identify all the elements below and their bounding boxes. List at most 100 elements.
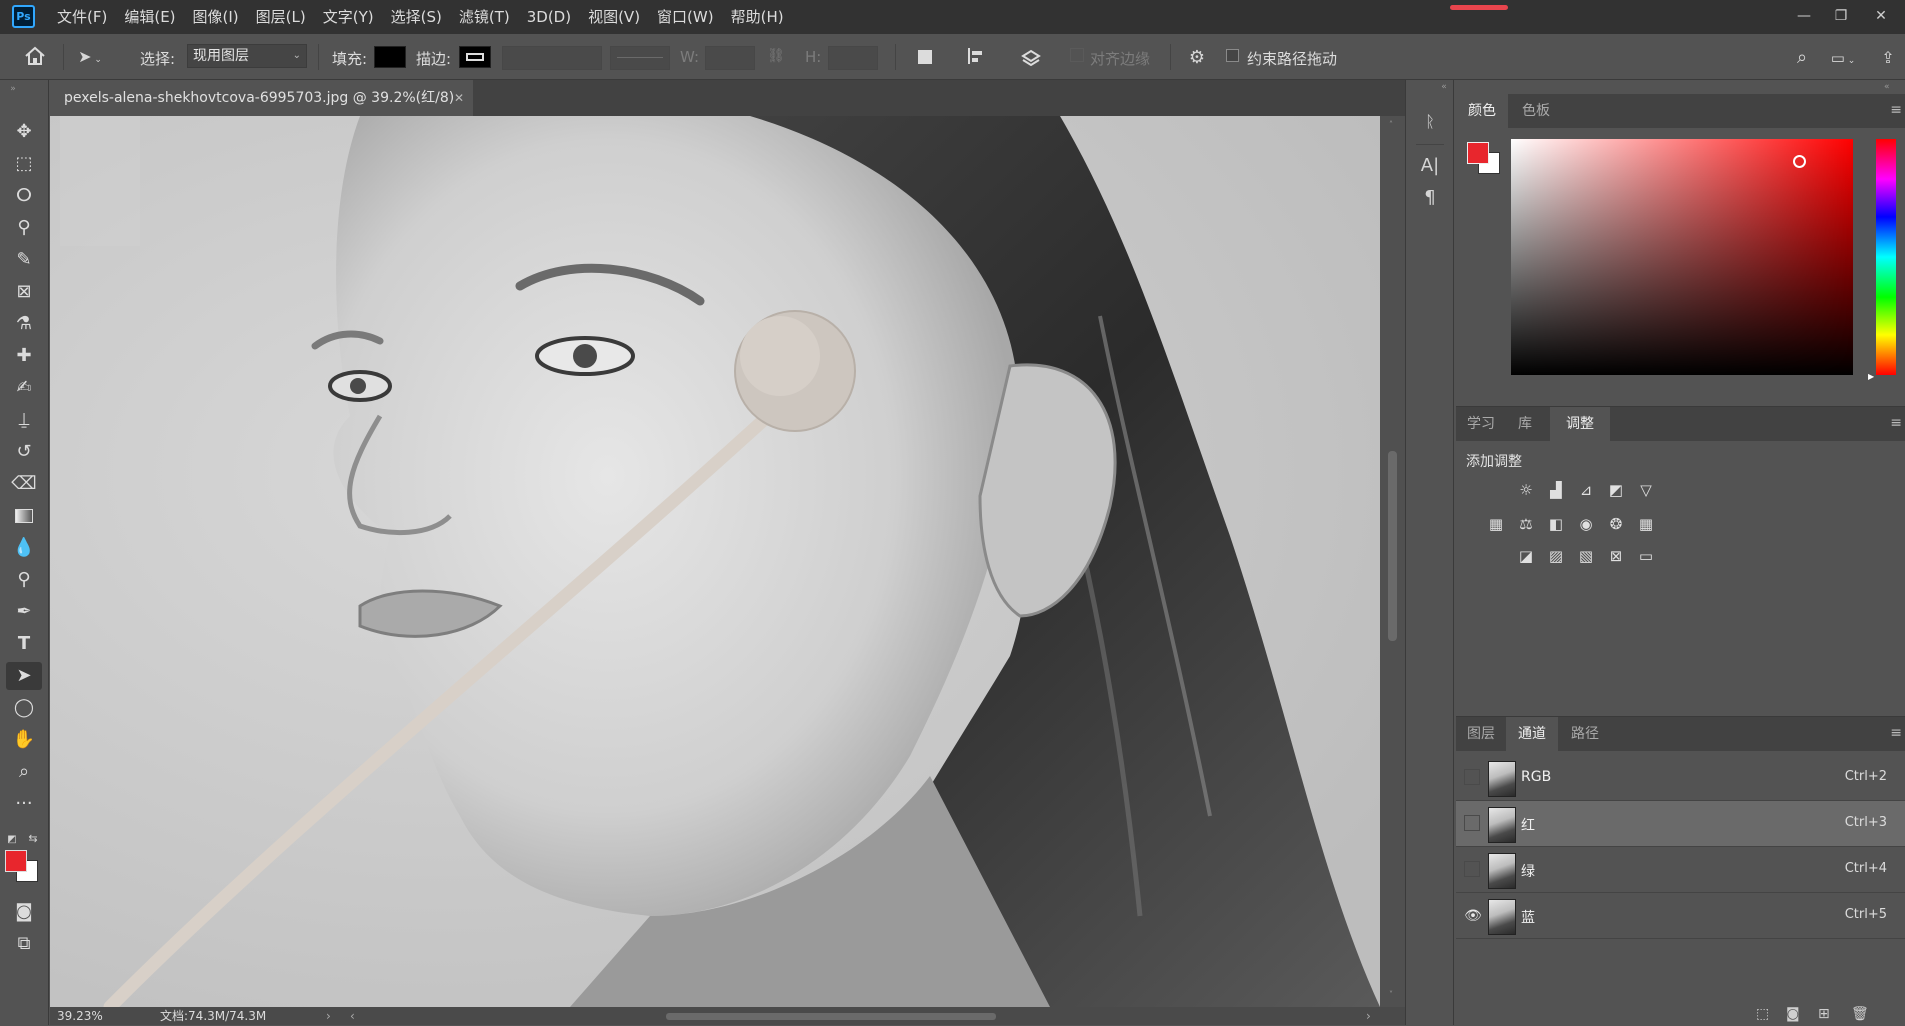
color-balance-icon[interactable]: ⚖: [1514, 513, 1538, 535]
menu-select[interactable]: 选择(S): [391, 0, 442, 34]
share-icon[interactable]: ⇪: [1876, 46, 1900, 70]
default-colors-icon[interactable]: ◩: [6, 834, 18, 846]
lasso-tool-icon[interactable]: ⵔ: [6, 182, 42, 210]
stroke-swatch[interactable]: [459, 46, 491, 68]
hand-tool-icon[interactable]: ✋: [6, 726, 42, 754]
eyedropper-tool-icon[interactable]: ⚗: [6, 310, 42, 338]
gradient-map-icon[interactable]: ▭: [1634, 545, 1658, 567]
channel-row-red[interactable]: 红 Ctrl+3: [1456, 801, 1905, 847]
scroll-left-icon[interactable]: ‹: [350, 1007, 355, 1025]
gradient-tool-icon[interactable]: [6, 502, 42, 530]
clone-stamp-tool-icon[interactable]: ⍊: [6, 406, 42, 434]
panel-menu-icon[interactable]: ≡: [1890, 725, 1902, 741]
home-icon[interactable]: [22, 44, 48, 70]
path-selection-tool-icon[interactable]: ➤ ⌄: [76, 44, 104, 70]
restore-icon[interactable]: ❐: [1824, 2, 1858, 30]
zoom-tool-icon[interactable]: ⌕: [6, 758, 42, 786]
stroke-type-dropdown[interactable]: [610, 46, 670, 70]
load-selection-icon[interactable]: ⬚: [1756, 1006, 1769, 1022]
ellipse-tool-icon[interactable]: ◯: [6, 694, 42, 722]
menu-edit[interactable]: 编辑(E): [124, 0, 175, 34]
color-picker-cursor[interactable]: [1793, 155, 1806, 168]
glyphs-panel-icon[interactable]: ᚱ: [1418, 110, 1442, 134]
workspace-icon[interactable]: ▭ ⌄: [1826, 46, 1860, 70]
channel-row-green[interactable]: 绿 Ctrl+4: [1456, 847, 1905, 893]
path-selection-tool-icon[interactable]: ➤: [6, 662, 42, 690]
menu-file[interactable]: 文件(F): [57, 0, 107, 34]
fill-swatch[interactable]: [374, 46, 406, 68]
menu-filter[interactable]: 滤镜(T): [459, 0, 510, 34]
tab-paths[interactable]: 路径: [1558, 717, 1612, 751]
tab-adjustments[interactable]: 调整: [1550, 407, 1610, 441]
paragraph-panel-icon[interactable]: ¶: [1418, 186, 1442, 210]
eye-icon[interactable]: 👁: [1464, 907, 1482, 925]
menu-image[interactable]: 图像(I): [193, 0, 239, 34]
scroll-down-icon[interactable]: ˅: [1389, 990, 1397, 999]
minimize-icon[interactable]: —: [1787, 2, 1821, 30]
gear-icon[interactable]: ⚙: [1185, 46, 1209, 70]
select-dropdown[interactable]: 现用图层 ⌄: [187, 44, 307, 68]
frame-tool-icon[interactable]: ⊠: [6, 278, 42, 306]
invert-icon[interactable]: ◪: [1514, 545, 1538, 567]
save-selection-icon[interactable]: ◙: [1786, 1006, 1800, 1022]
healing-brush-tool-icon[interactable]: ✚: [6, 342, 42, 370]
swap-colors-icon[interactable]: ⇆: [26, 832, 40, 846]
photo-filter-icon[interactable]: ◉: [1574, 513, 1598, 535]
path-operations-icon[interactable]: [914, 46, 936, 68]
visibility-toggle[interactable]: [1464, 815, 1480, 831]
constrain-path-checkbox[interactable]: [1226, 49, 1239, 62]
vibrance-icon[interactable]: ▽: [1634, 479, 1658, 501]
tab-channels[interactable]: 通道: [1506, 717, 1558, 751]
path-arrangement-icon[interactable]: [1018, 46, 1044, 68]
quick-mask-icon[interactable]: ◙: [6, 898, 42, 926]
posterize-icon[interactable]: ▨: [1544, 545, 1568, 567]
scroll-up-icon[interactable]: ˄: [1389, 120, 1397, 129]
height-field[interactable]: [828, 46, 878, 70]
collapse-icon[interactable]: «: [1438, 82, 1450, 92]
move-tool-icon[interactable]: ✥: [6, 118, 42, 146]
exposure-icon[interactable]: ◩: [1604, 479, 1628, 501]
document-canvas[interactable]: [50, 116, 1380, 1007]
collapse-icon[interactable]: «: [1884, 82, 1898, 92]
character-panel-icon[interactable]: A|: [1418, 154, 1442, 178]
tab-color[interactable]: 颜色: [1456, 94, 1508, 128]
foreground-color-swatch[interactable]: [5, 850, 27, 872]
type-tool-icon[interactable]: T: [6, 630, 42, 658]
menu-layer[interactable]: 图层(L): [256, 0, 306, 34]
trash-icon[interactable]: 🗑: [1851, 1006, 1869, 1022]
marquee-tool-icon[interactable]: ⬚: [6, 150, 42, 178]
hue-slider-handle[interactable]: ▶: [1868, 372, 1876, 381]
pen-tool-icon[interactable]: ✒: [6, 598, 42, 626]
document-tab[interactable]: pexels-alena-shekhovtcova-6995703.jpg @ …: [50, 80, 473, 116]
close-icon[interactable]: ✕: [1864, 2, 1898, 30]
tab-libraries[interactable]: 库: [1506, 407, 1544, 441]
close-tab-icon[interactable]: ✕: [454, 80, 464, 116]
history-brush-tool-icon[interactable]: ↺: [6, 438, 42, 466]
status-menu-icon[interactable]: ›: [326, 1007, 331, 1025]
new-channel-icon[interactable]: ⊞: [1818, 1006, 1830, 1022]
levels-icon[interactable]: ▟: [1544, 479, 1568, 501]
tab-layers[interactable]: 图层: [1456, 717, 1506, 751]
quick-selection-tool-icon[interactable]: ⚲: [6, 214, 42, 242]
menu-window[interactable]: 窗口(W): [657, 0, 714, 34]
channel-row-rgb[interactable]: RGB Ctrl+2: [1456, 755, 1905, 801]
color-lookup-icon[interactable]: ▦: [1634, 513, 1658, 535]
photoshop-logo[interactable]: Ps: [12, 5, 35, 28]
search-icon[interactable]: ⌕: [1790, 46, 1814, 70]
link-icon[interactable]: ⛓: [766, 48, 786, 64]
dodge-tool-icon[interactable]: ⚲: [6, 566, 42, 594]
align-edges-checkbox[interactable]: [1070, 48, 1084, 62]
menu-view[interactable]: 视图(V): [588, 0, 640, 34]
channel-row-blue[interactable]: 👁 蓝 Ctrl+5: [1456, 893, 1905, 939]
eraser-tool-icon[interactable]: ⌫: [6, 470, 42, 498]
threshold-icon[interactable]: ▧: [1574, 545, 1598, 567]
curves-icon[interactable]: ⊿: [1574, 479, 1598, 501]
black-white-icon[interactable]: ◧: [1544, 513, 1568, 535]
menu-type[interactable]: 文字(Y): [323, 0, 374, 34]
scroll-right-icon[interactable]: ›: [1366, 1007, 1371, 1025]
channel-mixer-icon[interactable]: ❂: [1604, 513, 1628, 535]
menu-help[interactable]: 帮助(H): [731, 0, 784, 34]
visibility-toggle[interactable]: [1464, 769, 1480, 785]
panel-menu-icon[interactable]: ≡: [1890, 415, 1902, 431]
vertical-scroll-thumb[interactable]: [1388, 451, 1397, 641]
